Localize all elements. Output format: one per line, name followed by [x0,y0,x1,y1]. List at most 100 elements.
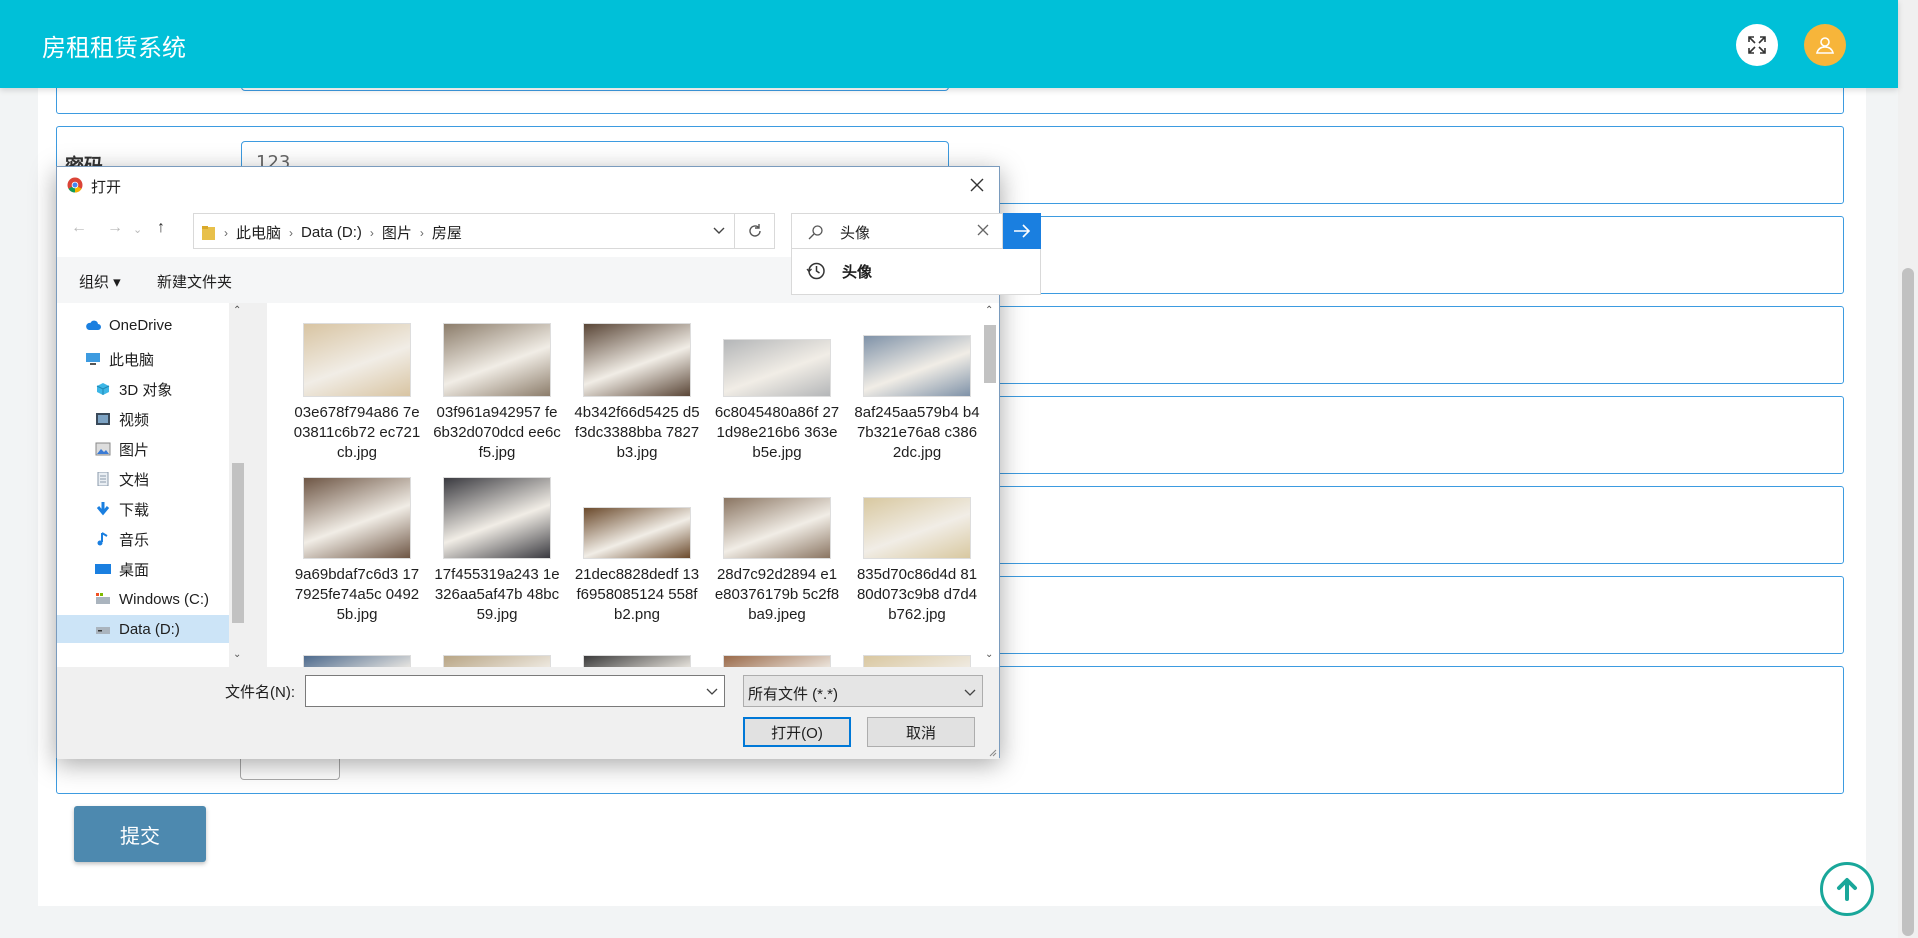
nav-item-3d-objects[interactable]: 3D 对象 [95,375,172,403]
up-arrow-icon[interactable]: ↑ [157,219,165,237]
image-thumbnail [583,507,691,559]
scroll-down-icon[interactable]: ⌄ [233,649,241,660]
nav-item-videos[interactable]: 视频 [95,405,149,433]
image-thumbnail [723,655,831,667]
file-tile[interactable]: 28d7c92d2894 e1e80376179b 5c2f8ba9.jpeg [713,475,841,625]
image-upload-box[interactable] [240,756,340,780]
file-tile[interactable] [853,631,981,667]
search-icon [808,225,823,240]
file-type-value: 所有文件 (*.*) [748,686,839,703]
scroll-up-icon[interactable]: ⌃ [233,305,241,316]
recent-dropdown-icon[interactable]: ⌄ [133,223,142,236]
file-tile[interactable] [713,631,841,667]
clear-search-icon[interactable] [976,223,990,237]
app-title: 房租租赁系统 [42,34,186,62]
file-open-dialog: 打开 ← → ⌄ ↑ › 此电脑 › Data (D:) › 图片 › 房屋 头… [56,166,1041,759]
file-name: 835d70c86d4d 8180d073c9b8 d7d4b762.jpg [856,566,978,623]
breadcrumb-item[interactable]: Data (D:) [301,224,362,241]
chrome-icon [67,177,83,193]
file-tile[interactable] [293,631,421,667]
pictures-icon [95,442,111,456]
cube-icon [96,383,110,395]
image-thumbnail [443,655,551,667]
search-history-item[interactable]: 头像 [842,261,872,282]
page-scrollbar[interactable] [1898,0,1918,938]
file-name: 03f961a942957 fe6b32d070dcd ee6cf5.jpg [433,404,561,461]
file-name: 8af245aa579b4 b47b321e76a8 c3862dc.jpg [854,404,980,461]
nav-item-this-pc[interactable]: 此电脑 [85,345,154,373]
file-tile[interactable]: 9a69bdaf7c6d3 177925fe74a5c 04925b.jpg [293,475,421,625]
nav-item-label: Windows (C:) [119,590,210,608]
music-icon [97,532,108,546]
file-list-scrollbar[interactable]: ⌃ ⌄ [981,303,999,667]
file-type-select[interactable]: 所有文件 (*.*) [743,675,983,707]
file-tile[interactable]: 4b342f66d5425 d5f3dc3388bba 7827b3.jpg [573,313,701,463]
file-name: 4b342f66d5425 d5f3dc3388bba 7827b3.jpg [574,404,700,461]
organize-button[interactable]: 组织 ▾ [79,271,121,292]
page-scrollbar-thumb[interactable] [1902,268,1914,936]
file-tile[interactable]: 21dec8828dedf 13f6958085124 558fb2.png [573,475,701,625]
nav-item-data-d[interactable]: Data (D:) [57,615,229,643]
dialog-close-button[interactable] [963,171,991,199]
search-go-button[interactable] [1003,213,1041,249]
cancel-button[interactable]: 取消 [867,717,975,747]
file-name: 28d7c92d2894 e1e80376179b 5c2f8ba9.jpeg [714,566,840,623]
back-to-top-button[interactable] [1820,862,1874,916]
address-row: ← → ⌄ ↑ › 此电脑 › Data (D:) › 图片 › 房屋 头像 头… [57,203,1041,295]
file-name: 9a69bdaf7c6d3 177925fe74a5c 04925b.jpg [294,566,420,623]
history-icon [806,262,825,280]
address-bar[interactable]: › 此电脑 › Data (D:) › 图片 › 房屋 [193,213,735,249]
chevron-down-icon[interactable] [706,685,718,697]
scroll-down-icon[interactable]: ⌄ [985,649,993,660]
drive-icon [96,627,110,634]
file-tile[interactable]: 6c8045480a86f 271d98e216b6 363eb5e.jpg [713,313,841,463]
resize-grip-icon[interactable] [987,747,997,757]
image-thumbnail [583,323,691,397]
back-arrow-icon[interactable]: ← [71,219,87,237]
computer-icon [86,353,100,365]
chevron-down-icon[interactable] [712,223,726,237]
forward-arrow-icon[interactable]: → [107,219,123,237]
file-list-scrollbar-thumb[interactable] [984,325,996,383]
close-icon [970,178,984,192]
nav-item-downloads[interactable]: 下载 [95,495,149,523]
file-tile[interactable]: 03e678f794a86 7e03811c6b72 ec721cb.jpg [293,313,421,463]
file-tile[interactable]: 17f455319a243 1e326aa5af47b 48bc59.jpg [433,475,561,625]
nav-scrollbar[interactable]: ⌃ ⌄ [229,303,247,667]
search-input[interactable]: 头像 [791,213,1003,249]
fullscreen-button[interactable] [1736,24,1778,66]
nav-item-desktop[interactable]: 桌面 [95,555,149,583]
chevron-right-icon: › [224,225,228,240]
image-thumbnail [303,655,411,667]
new-folder-button[interactable]: 新建文件夹 [157,271,232,292]
file-tile[interactable]: 03f961a942957 fe6b32d070dcd ee6cf5.jpg [433,313,561,463]
breadcrumb-item[interactable]: 图片 [382,222,412,243]
image-thumbnail [303,323,411,397]
nav-scrollbar-thumb[interactable] [232,463,244,623]
nav-item-label: 桌面 [119,561,150,579]
open-button[interactable]: 打开(O) [743,717,851,747]
search-history-dropdown: 头像 [791,249,1041,295]
user-icon [1815,37,1835,54]
nav-item-onedrive[interactable]: OneDrive [85,311,172,339]
nav-item-windows-c[interactable]: Windows (C:) [95,585,209,613]
image-thumbnail [303,477,411,559]
file-tile[interactable]: 835d70c86d4d 8180d073c9b8 d7d4b762.jpg [853,475,981,625]
nav-item-music[interactable]: 音乐 [95,525,149,553]
file-tile[interactable] [433,631,561,667]
nav-item-pictures[interactable]: 图片 [95,435,149,463]
nav-item-documents[interactable]: 文档 [95,465,149,493]
search-query: 头像 [840,225,871,242]
scroll-up-icon[interactable]: ⌃ [985,305,993,316]
file-tile[interactable]: 8af245aa579b4 b47b321e76a8 c3862dc.jpg [853,313,981,463]
chevron-right-icon: › [289,225,294,240]
breadcrumb-item[interactable]: 房屋 [432,222,462,243]
filename-input[interactable] [305,675,725,707]
file-tile[interactable] [573,631,701,667]
submit-button[interactable]: 提交 [74,806,206,862]
chevron-right-icon: › [419,225,424,240]
breadcrumb-item[interactable]: 此电脑 [236,222,281,243]
top-bar: 房租租赁系统 [0,0,1898,88]
user-avatar-button[interactable] [1804,24,1846,66]
refresh-button[interactable] [735,213,775,249]
